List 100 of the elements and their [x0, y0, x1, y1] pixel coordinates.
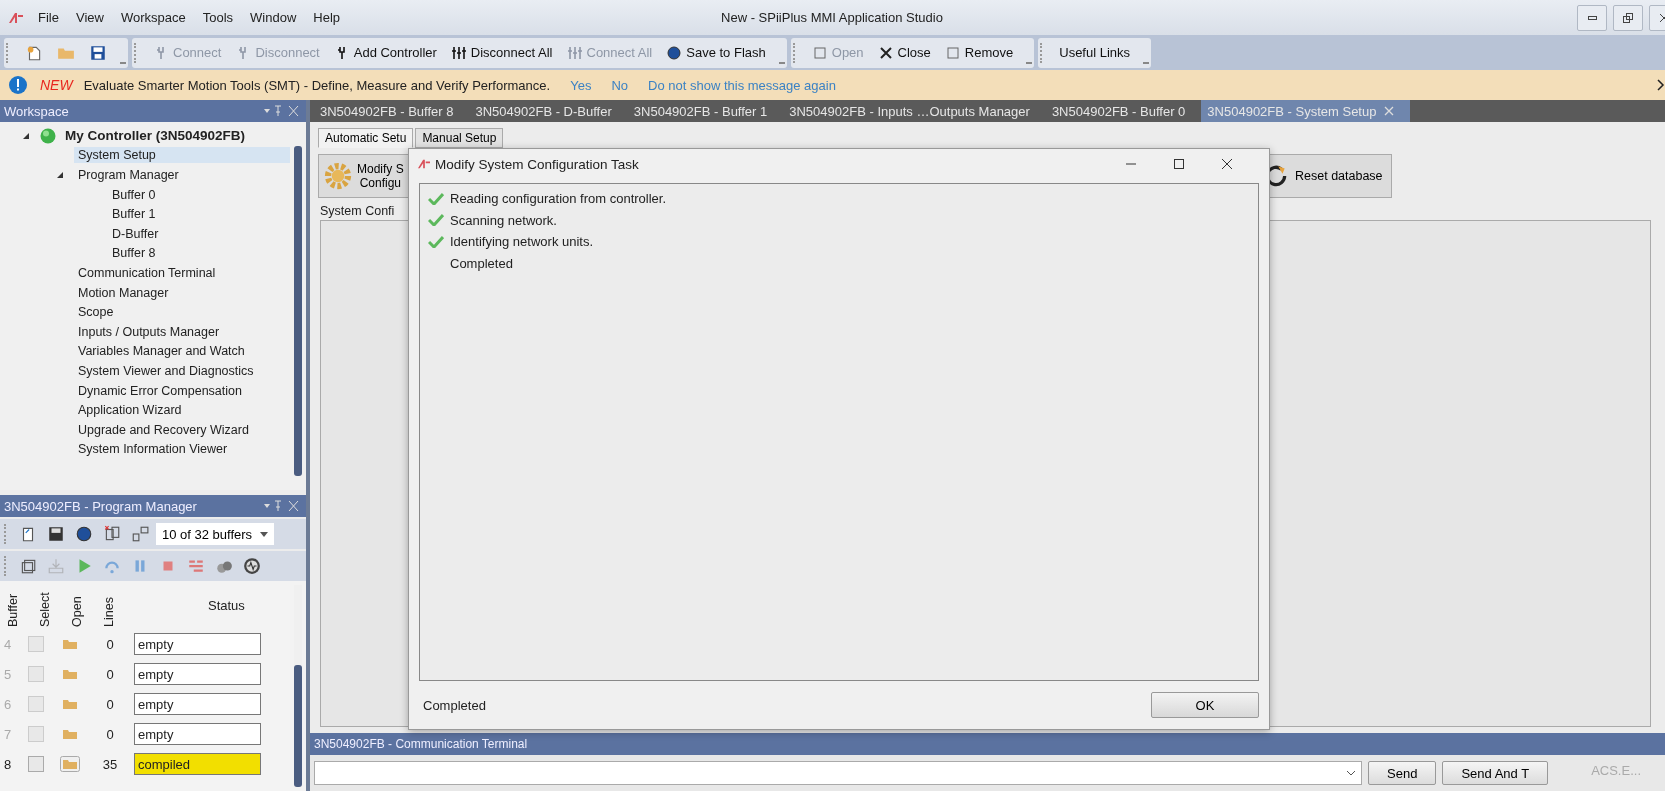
command-field[interactable] — [314, 761, 1362, 785]
folder-icon[interactable] — [60, 756, 80, 772]
check-icon — [428, 214, 444, 227]
save-to-flash-icon[interactable] — [75, 525, 93, 543]
document-tab[interactable]: 3N504902FB - D-Buffer — [469, 100, 628, 122]
panel-title: 3N504902FB - Program Manager — [4, 498, 198, 514]
gear-icon — [323, 161, 353, 191]
chevron-icon[interactable] — [1657, 79, 1665, 91]
info-icon — [8, 75, 28, 95]
panel-title: 3N504902FB - Communication Terminal — [314, 737, 529, 751]
select-checkbox[interactable] — [28, 756, 44, 772]
tree-item[interactable]: D-Buffer — [108, 225, 290, 242]
status-field: empty — [134, 633, 261, 655]
sliders-icon — [450, 44, 467, 61]
column-header: Status — [208, 597, 245, 613]
tree-item[interactable]: Motion Manager — [74, 284, 290, 301]
column-header: Lines — [101, 596, 117, 627]
menu-item[interactable]: Workspace — [120, 10, 186, 25]
document-tab[interactable]: 3N504902FB - Inputs …Outputs Manager — [783, 100, 1046, 122]
buffer-number: 5 — [4, 666, 13, 682]
tree-item[interactable]: Buffer 1 — [108, 206, 290, 223]
tree-item[interactable]: Scope — [74, 304, 290, 321]
line-count: 0 — [105, 666, 115, 682]
tree-item[interactable]: Upgrade and Recovery Wizard — [74, 421, 290, 438]
tree-item[interactable]: Inputs / Outputs Manager — [74, 323, 290, 340]
tree-item[interactable]: Communication Terminal — [74, 264, 290, 281]
tree-item[interactable]: System Setup — [74, 147, 290, 164]
tree-item[interactable]: Buffer 8 — [108, 245, 290, 262]
document-tab[interactable]: 3N504902FB - Buffer 1 — [627, 100, 784, 122]
group-label: System Confi — [320, 204, 396, 218]
buffer-number: 6 — [4, 696, 13, 712]
restore-button[interactable] — [1613, 4, 1643, 31]
check-icon — [428, 235, 444, 248]
send-button[interactable]: Send — [1368, 761, 1437, 785]
minimize-icon — [1587, 15, 1597, 20]
expand-arrow-icon[interactable] — [22, 131, 30, 140]
column-header: Select — [37, 591, 53, 627]
dialog-title: Modify System Configuration Task — [435, 156, 640, 172]
menu-item[interactable]: Help — [313, 10, 341, 25]
window-icon — [944, 44, 961, 61]
menu-item[interactable]: Tools — [202, 10, 234, 25]
status-field: empty — [134, 693, 261, 715]
line-count: 0 — [105, 726, 115, 742]
windows-icon[interactable] — [19, 557, 37, 575]
ok-button[interactable]: OK — [1151, 692, 1259, 718]
maximize-icon[interactable] — [1173, 158, 1185, 170]
expand-arrow-icon[interactable] — [56, 171, 64, 179]
copy-icon[interactable] — [103, 525, 121, 543]
document-tab[interactable]: 3N504902FB - Buffer 8 — [314, 100, 470, 122]
window-icon — [811, 44, 828, 61]
tree-item[interactable]: My Controller (3N504902FB) — [61, 127, 290, 145]
column-header: Buffer — [5, 592, 21, 627]
caret-icon[interactable] — [1347, 770, 1355, 776]
line-count: 0 — [105, 636, 115, 652]
tree-item[interactable]: Program Manager — [74, 167, 290, 183]
setup-tab[interactable]: Manual Setup — [415, 128, 504, 148]
close-icon[interactable] — [1221, 158, 1233, 170]
tree-item[interactable]: Variables Manager and Watch — [74, 343, 290, 360]
log-entry: Completed — [450, 255, 513, 271]
toolbar-button[interactable]: Remove — [939, 42, 1019, 63]
toolbar-button[interactable]: Add Controller — [328, 42, 442, 63]
list-icon[interactable] — [187, 557, 205, 575]
check-icon — [428, 192, 444, 205]
status-field: empty — [134, 723, 261, 745]
toolbar-button[interactable]: Close — [872, 42, 936, 63]
log-entry: Identifying network units. — [450, 234, 594, 250]
sliders-icon — [566, 44, 583, 61]
minimize-button[interactable] — [1577, 4, 1607, 31]
compare-icon[interactable] — [131, 525, 149, 543]
window-title: New - SPiiPlus MMI Application Studio — [721, 10, 944, 25]
restore-icon — [1622, 11, 1634, 24]
tree-item[interactable]: Buffer 0 — [108, 186, 290, 203]
buffers-dropdown[interactable]: 10 of 32 buffers — [156, 523, 275, 545]
column-header: Open — [69, 595, 85, 627]
log-entry: Scanning network. — [450, 212, 557, 228]
tree-item[interactable]: System Information Viewer — [74, 441, 290, 458]
menu-item[interactable]: View — [75, 10, 104, 25]
menu-item[interactable]: File — [38, 10, 59, 25]
close-icon — [877, 44, 894, 61]
app-logo-icon — [8, 10, 24, 25]
setup-tab[interactable]: Automatic Setu — [318, 128, 414, 148]
menu-item[interactable]: Window — [250, 10, 297, 25]
log-entry: Reading configuration from controller. — [450, 191, 667, 207]
status-dot-icon — [40, 127, 56, 144]
tree-item[interactable]: Dynamic Error Compensation — [74, 382, 290, 399]
tree-item[interactable]: Application Wizard — [74, 402, 290, 419]
save-icon[interactable] — [89, 43, 107, 62]
tree-item[interactable]: System Viewer and Diagnostics — [74, 362, 290, 379]
oscilloscope-icon[interactable] — [243, 557, 261, 575]
status-field: empty — [134, 663, 261, 685]
toolbar-button[interactable]: Save to Flash — [661, 42, 771, 63]
save-icon[interactable] — [47, 525, 65, 543]
caret-icon — [260, 531, 269, 537]
document-tab[interactable]: 3N504902FB - Buffer 0 — [1045, 100, 1202, 122]
send-button[interactable]: Send And T — [1442, 761, 1549, 785]
new-tag: NEW — [40, 77, 73, 93]
buffer-number: 8 — [4, 756, 13, 772]
toolbar-button[interactable]: Disconnect All — [445, 42, 558, 63]
buffer-number: 7 — [4, 726, 13, 742]
line-count: 35 — [101, 756, 119, 772]
